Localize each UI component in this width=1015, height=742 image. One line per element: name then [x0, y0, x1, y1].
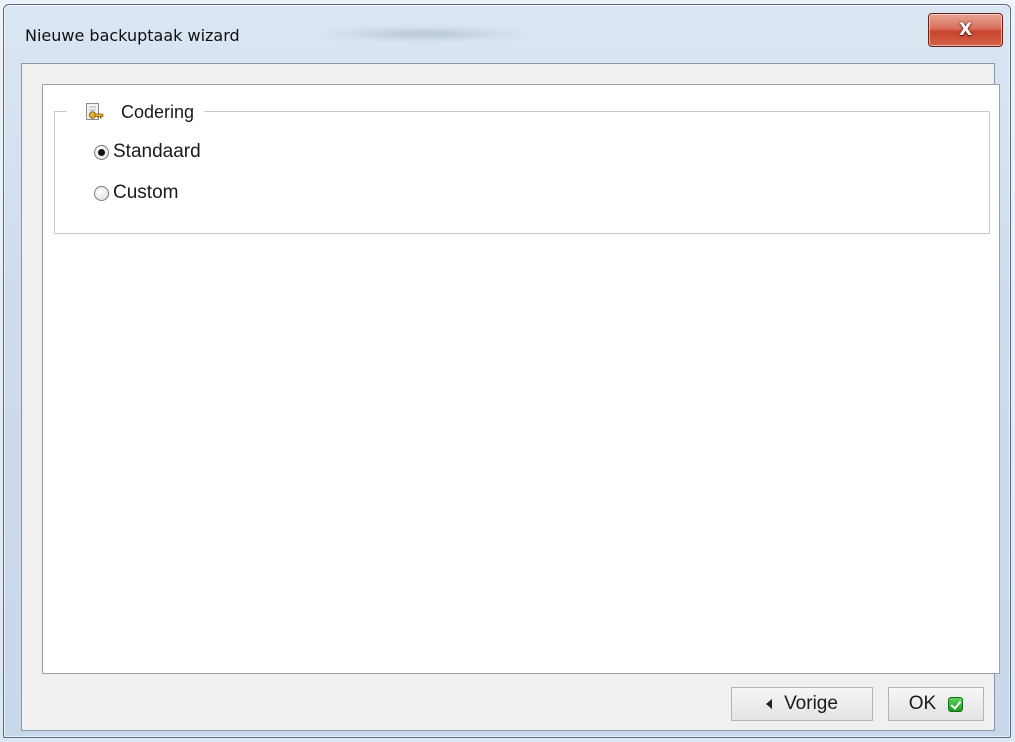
- back-button[interactable]: Vorige: [731, 687, 873, 721]
- wizard-window: Nieuwe backuptaak wizard X Codering Stan…: [3, 4, 1011, 738]
- radio-label-standaard[interactable]: Standaard: [113, 141, 201, 163]
- ok-button-label: OK: [908, 693, 937, 714]
- radio-label-custom[interactable]: Custom: [113, 182, 178, 204]
- wizard-content-panel: Codering Standaard Custom: [42, 84, 1000, 674]
- close-icon: X: [958, 20, 973, 40]
- window-title: Nieuwe backuptaak wizard: [25, 26, 240, 45]
- encoding-group-label: Codering: [121, 101, 195, 122]
- title-bar[interactable]: Nieuwe backuptaak wizard X: [4, 5, 1010, 61]
- title-blurred-text: [324, 27, 524, 41]
- radio-button-custom[interactable]: [94, 185, 109, 201]
- close-button[interactable]: X: [928, 13, 1003, 47]
- dialog-client-area: Codering Standaard Custom Vorige OK: [21, 63, 1000, 731]
- certificate-key-icon: [85, 102, 105, 122]
- encoding-group: Codering Standaard Custom: [54, 99, 990, 234]
- encoding-group-legend: Codering: [67, 99, 205, 125]
- checkmark-icon: [948, 696, 964, 712]
- radio-option-standaard[interactable]: Standaard: [94, 141, 201, 163]
- radio-button-standaard[interactable]: [94, 144, 109, 160]
- ok-button[interactable]: OK: [888, 687, 984, 721]
- back-button-label: Vorige: [784, 693, 838, 714]
- radio-option-custom[interactable]: Custom: [94, 182, 178, 204]
- back-arrow-icon: [766, 699, 773, 709]
